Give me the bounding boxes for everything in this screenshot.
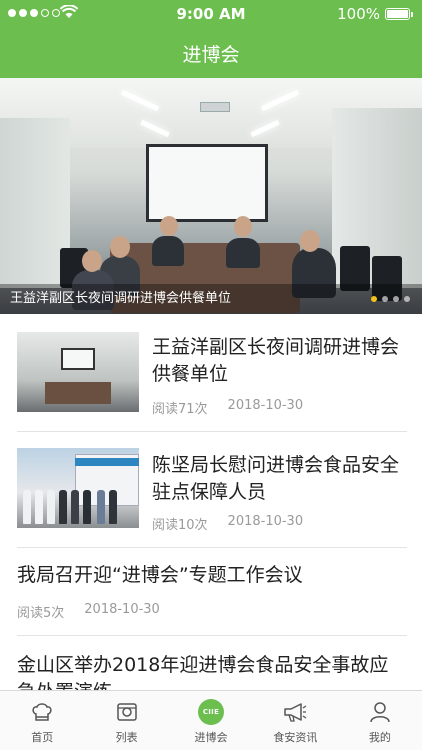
list-item[interactable]: 金山区举办2018年迎进博会食品安全事故应急处置演练 xyxy=(17,636,407,690)
tab-label: 食安资讯 xyxy=(273,731,318,744)
tab-label: 进博会 xyxy=(194,731,228,744)
tab-label: 列表 xyxy=(115,731,138,744)
pager-dot[interactable] xyxy=(382,296,388,302)
ciie-logo-icon: CIIE xyxy=(198,699,225,725)
news-title: 陈坚局长慰问进博会食品安全驻点保障人员 xyxy=(152,454,400,503)
ciie-badge: CIIE xyxy=(198,699,225,725)
tab-food-safety-news[interactable]: 食安资讯 xyxy=(253,691,337,750)
publish-date: 2018-10-30 xyxy=(227,514,304,529)
status-bar: 9:00 AM 100% xyxy=(0,0,422,28)
bottom-tab-bar: 首页 列表 CIIE 进博会 食安资讯 我的 xyxy=(0,690,422,750)
publish-date: 2018-10-30 xyxy=(227,398,304,413)
news-meta: 阅读5次 2018-10-30 xyxy=(17,602,160,621)
battery-percent: 100% xyxy=(337,5,380,23)
pager-dot[interactable] xyxy=(371,296,377,302)
pager-dot[interactable] xyxy=(404,296,410,302)
list-item[interactable]: 陈坚局长慰问进博会食品安全驻点保障人员 阅读10次 2018-10-30 xyxy=(17,432,407,548)
chef-hat-icon xyxy=(29,699,55,725)
news-thumbnail xyxy=(17,332,139,412)
pager-dot[interactable] xyxy=(393,296,399,302)
carousel-pager[interactable] xyxy=(371,296,410,302)
read-count: 阅读5次 xyxy=(17,606,65,621)
tab-ciie[interactable]: CIIE 进博会 xyxy=(169,691,253,750)
news-title: 金山区举办2018年迎进博会食品安全事故应急处置演练 xyxy=(17,654,389,690)
plate-icon xyxy=(114,699,140,725)
news-thumbnail xyxy=(17,448,139,528)
megaphone-icon xyxy=(282,699,308,725)
list-item[interactable]: 我局召开迎“进博会”专题工作会议 阅读5次 2018-10-30 xyxy=(17,548,407,636)
news-list: 王益洋副区长夜间调研进博会供餐单位 阅读71次 2018-10-30 陈坚局长慰… xyxy=(0,314,422,690)
tab-label: 我的 xyxy=(368,731,391,744)
news-meta: 阅读71次 2018-10-30 xyxy=(152,398,303,417)
read-count: 阅读10次 xyxy=(152,518,208,533)
banner-caption: 王益洋副区长夜间调研进博会供餐单位 xyxy=(0,284,422,314)
tab-label: 首页 xyxy=(31,731,54,744)
news-title: 王益洋副区长夜间调研进博会供餐单位 xyxy=(152,336,400,385)
read-count: 阅读71次 xyxy=(152,402,208,417)
banner-carousel[interactable]: 王益洋副区长夜间调研进博会供餐单位 xyxy=(0,78,422,314)
user-icon xyxy=(367,699,393,725)
news-meta: 阅读10次 2018-10-30 xyxy=(152,514,303,533)
publish-date: 2018-10-30 xyxy=(84,602,160,617)
tab-home[interactable]: 首页 xyxy=(0,691,84,750)
top-bar: 9:00 AM 100% 进博会 xyxy=(0,0,422,78)
news-title: 我局召开迎“进博会”专题工作会议 xyxy=(17,564,303,586)
list-item[interactable]: 王益洋副区长夜间调研进博会供餐单位 阅读71次 2018-10-30 xyxy=(17,332,407,432)
battery-icon xyxy=(385,8,413,20)
tab-profile[interactable]: 我的 xyxy=(338,691,422,750)
tab-list[interactable]: 列表 xyxy=(84,691,168,750)
page-title: 进博会 xyxy=(182,44,240,66)
